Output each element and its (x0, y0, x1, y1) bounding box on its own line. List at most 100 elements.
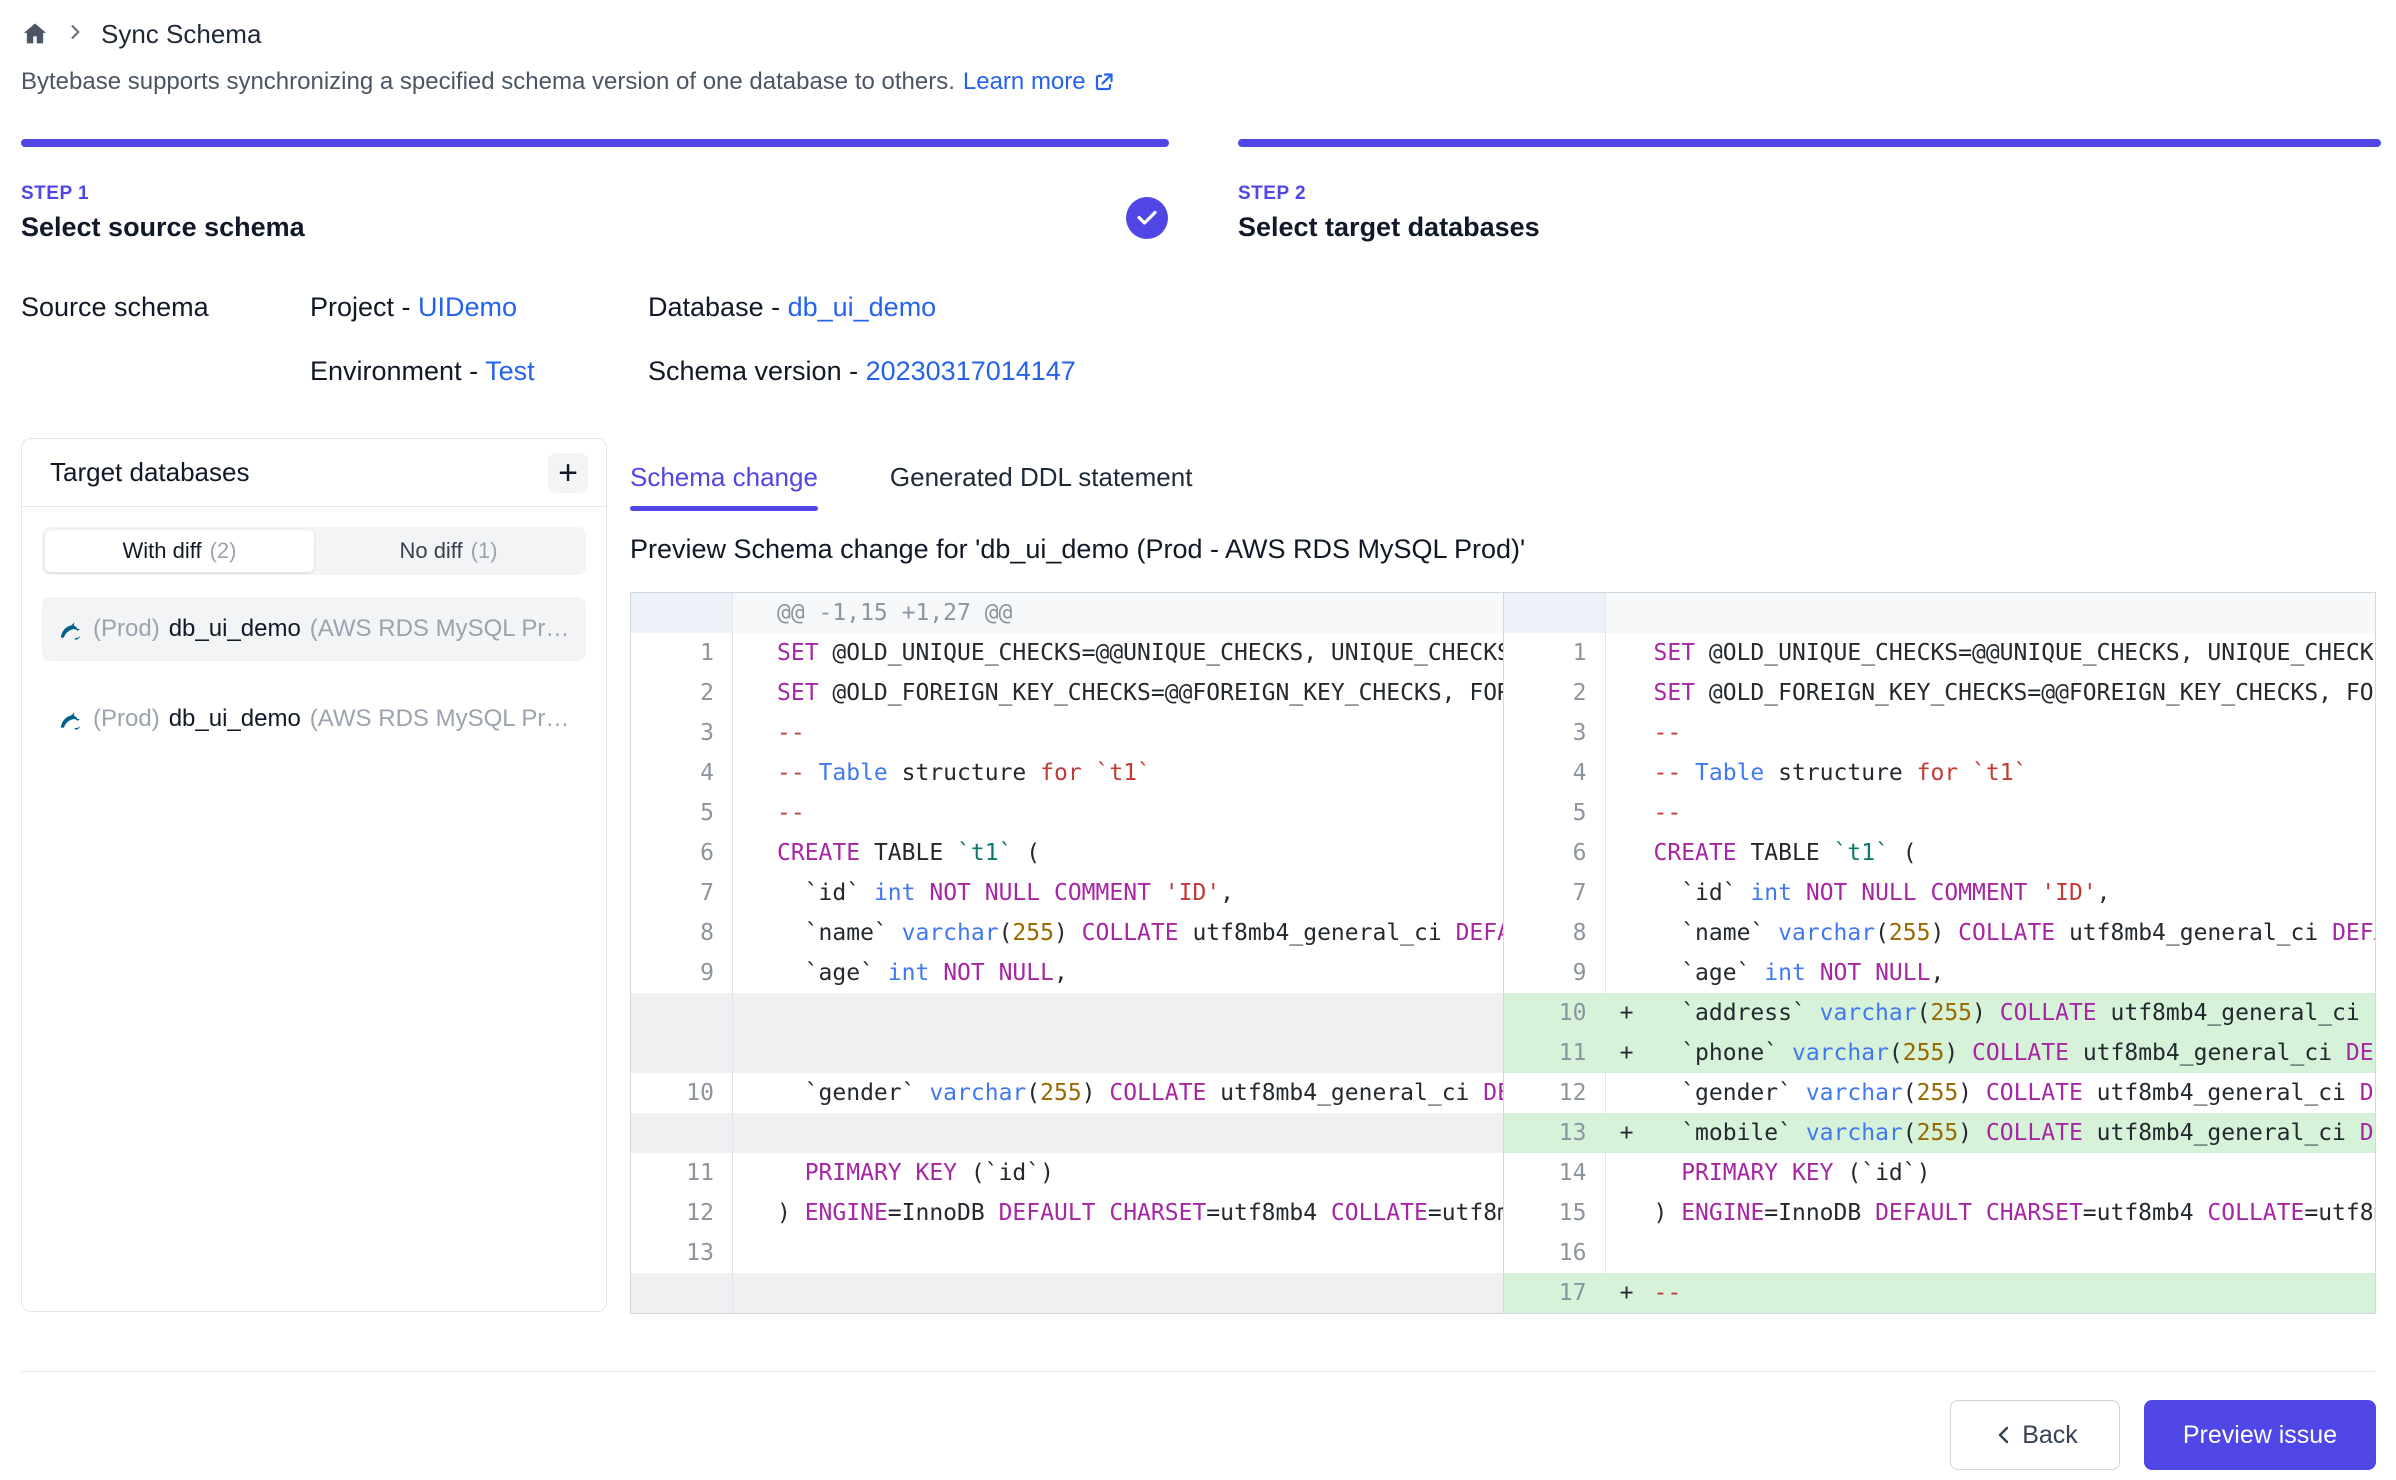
code-line: `id` int NOT NULL COMMENT 'ID', (733, 873, 1503, 913)
mysql-dolphin-icon (58, 616, 84, 643)
no-diff-label: No diff (399, 538, 462, 564)
step2-label: STEP 2 (1238, 183, 1306, 205)
code-line: CREATE TABLE `t1` ( (733, 833, 1503, 873)
code-line: `phone` varchar(255) COLLATE utf8mb4_gen… (1648, 1033, 2376, 1073)
code-line: PRIMARY KEY (`id`) (733, 1153, 1503, 1193)
chevron-left-icon (1992, 1423, 2016, 1447)
line-marker (1606, 713, 1648, 753)
database-list-item[interactable]: (Prod) db_ui_demo (AWS RDS MySQL Prod) (42, 597, 586, 661)
diff-code-row: 2SET @OLD_FOREIGN_KEY_CHECKS=@@FOREIGN_K… (631, 673, 1503, 713)
schema-version-link[interactable]: 20230317014147 (866, 356, 1076, 386)
target-databases-header: Target databases + (22, 439, 606, 507)
line-marker (1606, 1193, 1648, 1233)
line-number: 13 (1504, 1113, 1606, 1153)
page-description: Bytebase supports synchronizing a specif… (21, 68, 1116, 96)
line-number: 3 (631, 713, 733, 753)
diff-code-row: 5-- (1504, 793, 2376, 833)
description-text: Bytebase supports synchronizing a specif… (21, 68, 955, 96)
line-number: 11 (631, 1153, 733, 1193)
code-line: `age` int NOT NULL, (733, 953, 1503, 993)
code-line: `gender` varchar(255) COLLATE utf8mb4_ge… (733, 1073, 1503, 1113)
diff-code-row: 16 (1504, 1233, 2376, 1273)
tab-schema-change[interactable]: Schema change (630, 462, 818, 511)
database-field-label: Database - (648, 292, 788, 322)
diff-code-row: 6CREATE TABLE `t1` ( (1504, 833, 2376, 873)
preview-title: Preview Schema change for 'db_ui_demo (P… (630, 534, 1525, 565)
code-line: `mobile` varchar(255) COLLATE utf8mb4_ge… (1648, 1113, 2376, 1153)
database-environment: (Prod) (93, 615, 160, 643)
line-marker (1606, 833, 1648, 873)
step1-title: Select source schema (21, 212, 305, 243)
diff-code-row: 9 `age` int NOT NULL, (1504, 953, 2376, 993)
step2-progress-bar (1238, 139, 2381, 147)
database-instance: (AWS RDS MySQL Prod) (310, 705, 570, 733)
plus-icon: + (558, 456, 578, 490)
line-number: 12 (631, 1193, 733, 1233)
code-line (733, 1033, 1503, 1073)
line-number: 11 (1504, 1033, 1606, 1073)
diff-filler-row (631, 1273, 1503, 1313)
code-line (733, 993, 1503, 1033)
add-target-database-button[interactable]: + (548, 453, 588, 493)
diff-code-row: 9 `age` int NOT NULL, (631, 953, 1503, 993)
diff-code-row: 12 `gender` varchar(255) COLLATE utf8mb4… (1504, 1073, 2376, 1113)
line-number: 8 (1504, 913, 1606, 953)
code-line: `address` varchar(255) COLLATE utf8mb4_g… (1648, 993, 2376, 1033)
source-project-field: Project - UIDemo (310, 292, 517, 323)
line-number: 15 (1504, 1193, 1606, 1233)
line-number: 1 (631, 633, 733, 673)
line-marker (1606, 793, 1648, 833)
sync-schema-page: Sync Schema Bytebase supports synchroniz… (0, 0, 2396, 1480)
back-button[interactable]: Back (1950, 1400, 2120, 1470)
step1-progress-bar (21, 139, 1169, 147)
line-number (631, 1033, 733, 1073)
line-number: 10 (631, 1073, 733, 1113)
line-number: 5 (1504, 793, 1606, 833)
preview-issue-button[interactable]: Preview issue (2144, 1400, 2376, 1470)
diff-filter-tabs: With diff (2) No diff (1) (42, 527, 586, 575)
code-line: SET @OLD_FOREIGN_KEY_CHECKS=@@FOREIGN_KE… (733, 673, 1503, 713)
code-line: `id` int NOT NULL COMMENT 'ID', (1648, 873, 2376, 913)
diff-code-row: 1SET @OLD_UNIQUE_CHECKS=@@UNIQUE_CHECKS,… (631, 633, 1503, 673)
code-line: -- Table structure for `t1` (733, 753, 1503, 793)
line-number: 16 (1504, 1233, 1606, 1273)
diff-added-row: 13+ `mobile` varchar(255) COLLATE utf8mb… (1504, 1113, 2376, 1153)
diff-code-row: 13 (631, 1233, 1503, 1273)
diff-hunk-header-row: @@ -1,15 +1,27 @@ (631, 593, 1503, 633)
source-database-field: Database - db_ui_demo (648, 292, 936, 323)
database-list-item[interactable]: (Prod) db_ui_demo (AWS RDS MySQL Prod) (42, 687, 586, 751)
line-number: 13 (631, 1233, 733, 1273)
home-icon[interactable] (21, 20, 49, 48)
line-number (631, 1113, 733, 1153)
diff-code-row: 8 `name` varchar(255) COLLATE utf8mb4_ge… (1504, 913, 2376, 953)
line-number: 10 (1504, 993, 1606, 1033)
code-line: -- (733, 793, 1503, 833)
environment-link[interactable]: Test (485, 356, 535, 386)
line-marker (1606, 593, 1648, 633)
learn-more-link[interactable]: Learn more (963, 68, 1116, 96)
line-number: 3 (1504, 713, 1606, 753)
code-line: PRIMARY KEY (`id`) (1648, 1153, 2376, 1193)
breadcrumb: Sync Schema (21, 14, 261, 54)
line-marker (1606, 953, 1648, 993)
diff-code-row: 12) ENGINE=InnoDB DEFAULT CHARSET=utf8mb… (631, 1193, 1503, 1233)
database-link[interactable]: db_ui_demo (788, 292, 937, 322)
schema-diff-viewer[interactable]: @@ -1,15 +1,27 @@1SET @OLD_UNIQUE_CHECKS… (630, 592, 2376, 1314)
line-marker (1606, 1153, 1648, 1193)
code-line: -- (1648, 1273, 2376, 1313)
with-diff-count: (2) (210, 538, 237, 564)
tab-generated-ddl[interactable]: Generated DDL statement (890, 462, 1193, 511)
tab-with-diff[interactable]: With diff (2) (45, 530, 314, 572)
diff-code-row: 14 PRIMARY KEY (`id`) (1504, 1153, 2376, 1193)
project-link[interactable]: UIDemo (418, 292, 517, 322)
line-number: 5 (631, 793, 733, 833)
schema-version-field-label: Schema version - (648, 356, 866, 386)
code-line (733, 1273, 1503, 1313)
tab-no-diff[interactable]: No diff (1) (314, 530, 583, 572)
diff-code-row: 2SET @OLD_FOREIGN_KEY_CHECKS=@@FOREIGN_K… (1504, 673, 2376, 713)
step1-label: STEP 1 (21, 183, 89, 205)
code-line: -- Table structure for `t1` (1648, 753, 2376, 793)
line-marker (1606, 753, 1648, 793)
footer-divider (21, 1371, 2375, 1372)
with-diff-label: With diff (123, 538, 202, 564)
